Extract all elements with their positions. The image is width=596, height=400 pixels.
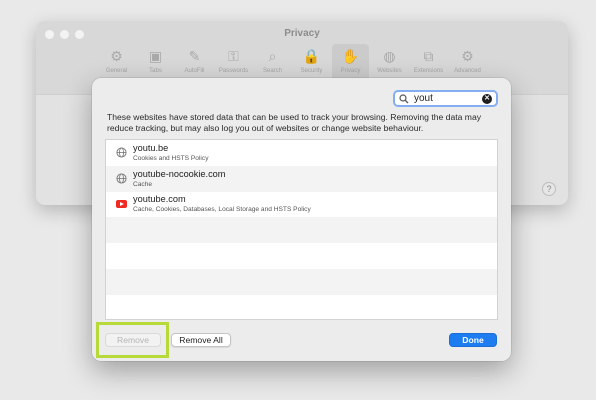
remove-button-highlight — [96, 322, 169, 358]
toolbar-item-label: Tabs — [149, 68, 162, 74]
empty-list-row — [106, 243, 497, 269]
search-field[interactable]: ✕ — [393, 90, 498, 107]
search-icon: ⌕ — [268, 48, 277, 64]
clear-search-icon[interactable]: ✕ — [482, 93, 492, 104]
gear-icon: ⚙ — [110, 48, 123, 64]
description-text: These websites have stored data that can… — [107, 112, 482, 133]
site-name: youtu.be — [133, 142, 169, 153]
website-data-list[interactable]: youtu.be Cookies and HSTS Policy youtube-n… — [105, 139, 498, 320]
empty-list-row — [106, 295, 497, 319]
key-icon: ⚿ — [228, 48, 239, 64]
search-input[interactable] — [414, 93, 482, 104]
lock-icon: 🔒 — [302, 48, 321, 64]
toolbar-item-label: Passwords — [218, 68, 249, 74]
hand-icon: ✋ — [341, 48, 360, 64]
empty-list-row — [106, 217, 497, 244]
toolbar-item-label: Search — [262, 68, 282, 74]
globe-icon — [116, 147, 127, 158]
toolbar-item-label: AutoFill — [184, 68, 205, 74]
toolbar-item-label: Security — [300, 68, 323, 74]
manage-website-data-sheet: ✕ These websites have stored data that c… — [92, 78, 511, 361]
site-name: youtube-nocookie.com — [133, 168, 226, 179]
toolbar-item-label: Privacy — [340, 68, 361, 74]
search-icon — [399, 93, 409, 103]
puzzle-icon: ⧉ — [423, 48, 434, 64]
autofill-icon: ✎ — [188, 48, 201, 64]
done-button[interactable]: Done — [449, 333, 497, 347]
site-data-types: Cache — [133, 180, 153, 188]
site-data-types: Cookies and HSTS Policy — [133, 154, 209, 162]
site-data-types: Cache, Cookies, Databases, Local Storage… — [133, 206, 311, 214]
remove-all-button[interactable]: Remove All — [171, 333, 231, 347]
help-button[interactable]: ? — [542, 182, 556, 196]
window-title: Privacy — [284, 28, 320, 39]
globe-icon: ◍ — [383, 48, 396, 64]
toolbar-item-label: Extensions — [413, 68, 444, 74]
youtube-icon — [116, 200, 127, 209]
toolbar-item-label: Advanced — [454, 68, 481, 74]
empty-list-row — [106, 268, 497, 295]
tabs-icon: ▣ — [148, 48, 163, 64]
toolbar-item-label: General — [105, 68, 128, 74]
list-item[interactable]: youtube.com Cache, Cookies, Databases, Lo… — [106, 192, 497, 218]
list-item[interactable]: youtu.be Cookies and HSTS Policy — [106, 140, 497, 166]
list-item[interactable]: youtube-nocookie.com Cache — [106, 165, 497, 192]
globe-icon — [116, 173, 127, 184]
gears-icon: ⚙ — [461, 48, 474, 64]
toolbar-item-label: Websites — [377, 68, 402, 74]
site-name: youtube.com — [133, 194, 186, 205]
